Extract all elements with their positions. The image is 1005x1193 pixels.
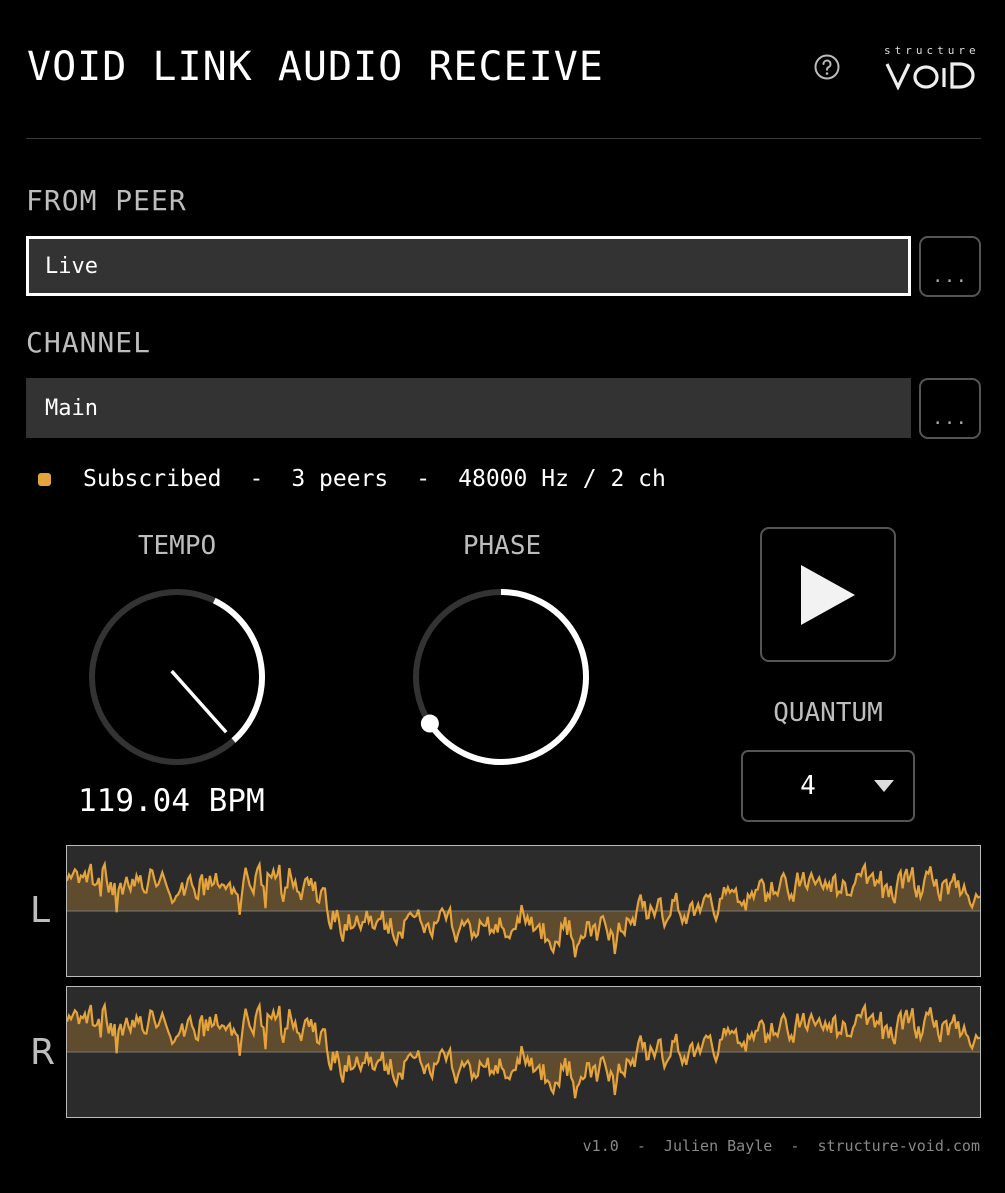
- status-format: 48000 Hz / 2 ch: [458, 466, 666, 492]
- page-title: VOID LINK AUDIO RECEIVE: [27, 44, 604, 90]
- channel-value: Main: [45, 395, 98, 421]
- from-peer-value: Live: [45, 253, 98, 279]
- play-button[interactable]: [760, 527, 896, 662]
- right-waveform-display: [65, 986, 981, 1118]
- left-channel-label: L: [30, 890, 51, 931]
- status-line: Subscribed - 3 peers - 48000 Hz / 2 ch: [38, 466, 666, 492]
- structure-void-logo: structure: [884, 44, 976, 90]
- play-icon: [801, 564, 855, 625]
- left-waveform-display: [65, 845, 981, 977]
- status-peers: 3 peers: [291, 466, 389, 492]
- status-state: Subscribed: [83, 466, 222, 492]
- status-indicator-icon: [38, 472, 51, 486]
- channel-browse-button[interactable]: ...: [919, 378, 981, 439]
- status-separator: -: [416, 466, 431, 492]
- channel-field[interactable]: Main: [26, 378, 911, 438]
- from-peer-field[interactable]: Live: [26, 236, 911, 296]
- quantum-select[interactable]: 4: [741, 750, 915, 822]
- from-peer-browse-button[interactable]: ...: [919, 236, 981, 297]
- quantum-value: 4: [800, 771, 816, 801]
- right-channel-label: R: [30, 1032, 56, 1073]
- channel-label: CHANNEL: [26, 326, 152, 359]
- left-waveform: [65, 860, 981, 958]
- triangle-down-icon: [874, 780, 894, 792]
- status-separator: -: [249, 466, 264, 492]
- from-peer-label: FROM PEER: [26, 184, 187, 217]
- tempo-knob-needle: [170, 669, 228, 734]
- tempo-knob-value-arc: [212, 597, 265, 743]
- footer-credits: v1.0 - Julien Bayle - structure-void.com: [582, 1137, 980, 1155]
- phase-label: PHASE: [462, 531, 542, 561]
- void-logo-icon: [885, 62, 975, 90]
- question-circle-icon[interactable]: [814, 54, 840, 80]
- right-waveform: [65, 1001, 981, 1099]
- phase-knob-value-arc: [427, 589, 589, 765]
- header-divider: [26, 138, 981, 139]
- phase-knob-handle: [420, 714, 439, 733]
- quantum-label: QUANTUM: [773, 698, 883, 728]
- tempo-readout: 119.04 BPM: [78, 783, 265, 819]
- tempo-knob[interactable]: [82, 582, 272, 772]
- phase-knob[interactable]: [406, 582, 596, 772]
- tempo-label: TEMPO: [137, 531, 217, 561]
